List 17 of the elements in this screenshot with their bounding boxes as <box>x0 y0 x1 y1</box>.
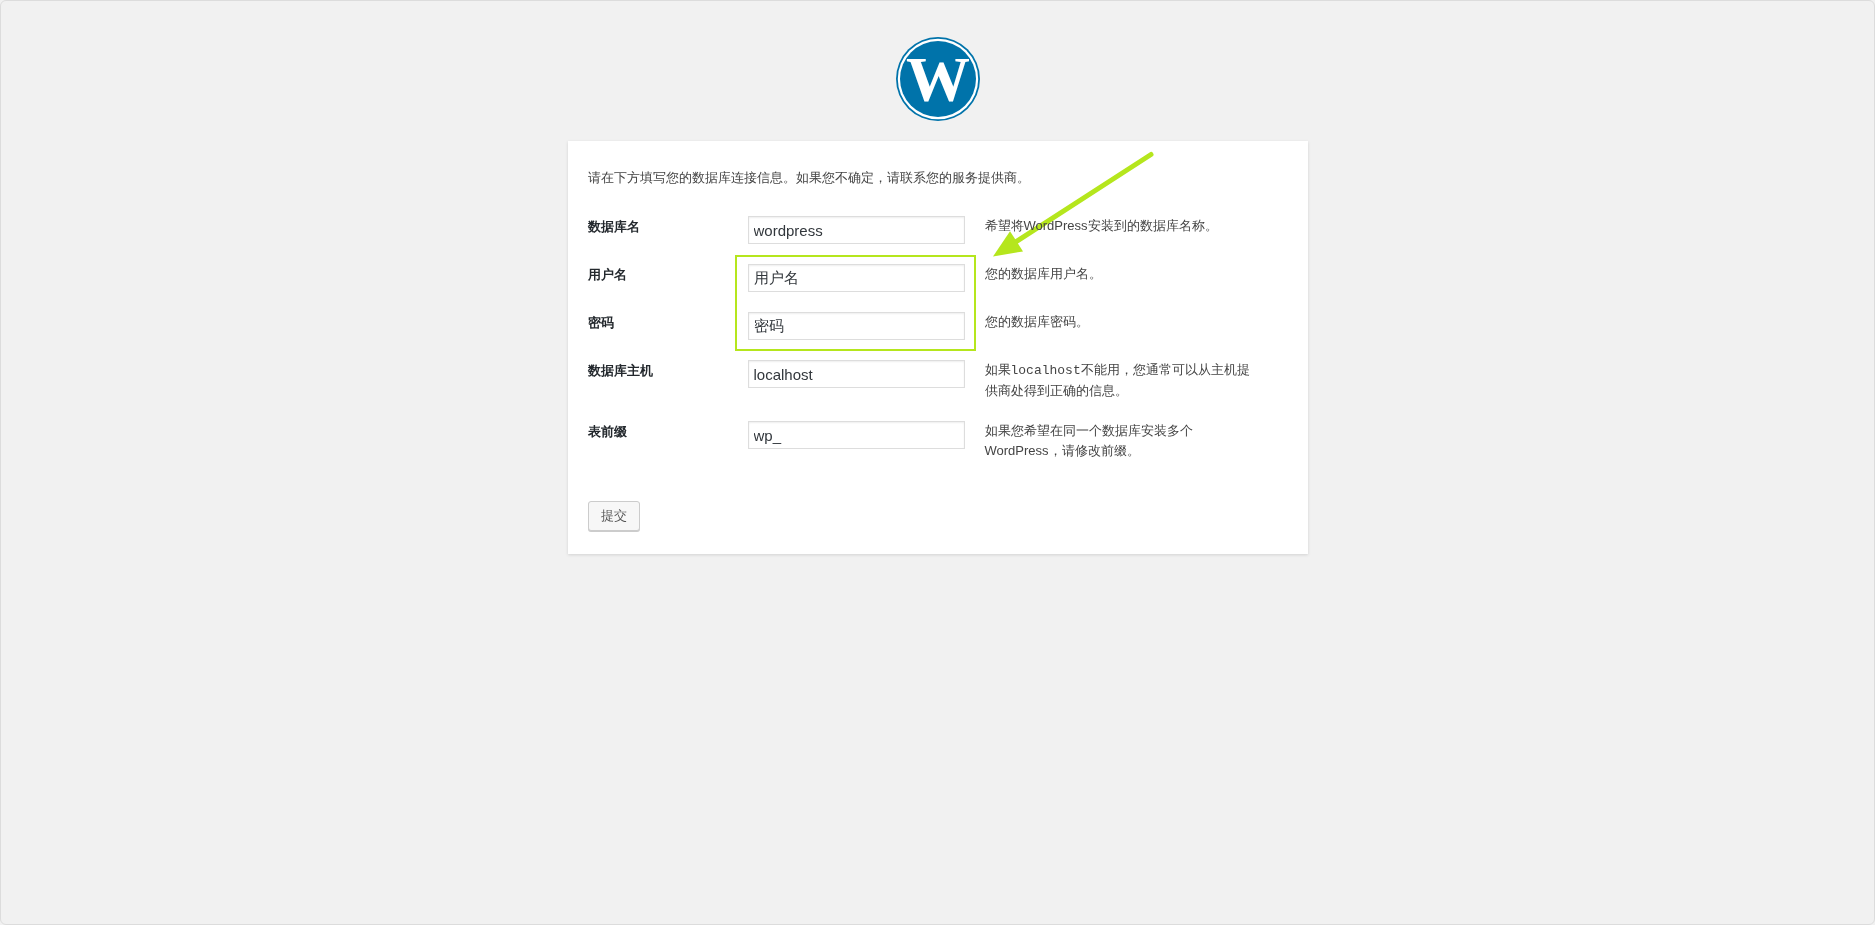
text-field[interactable]: 密码 <box>747 312 965 340</box>
field-label: 数据库名 <box>587 218 641 236</box>
field-label: 密码 <box>587 314 615 332</box>
field-description: 如果您希望在同一个数据库安装多个WordPress，请修改前缀。 <box>984 422 1194 460</box>
field-description: 如果localhost不能用，您通常可以从主机提供商处得到正确的信息。 <box>984 361 1251 400</box>
field-label: 数据库主机 <box>587 362 654 380</box>
intro-text: 请在下方填写您的数据库连接信息。如果您不确定，请联系您的服务提供商。 <box>587 169 1031 187</box>
field-label: 用户名 <box>587 266 628 284</box>
text-field[interactable]: localhost <box>747 360 965 388</box>
field-label: 表前缀 <box>587 423 628 441</box>
submit-button[interactable]: 提交 <box>587 501 640 531</box>
text-field[interactable]: 用户名 <box>747 264 965 292</box>
text-field[interactable]: wp_ <box>747 421 965 449</box>
field-description: 您的数据库用户名。 <box>984 265 1103 283</box>
site-logo: W <box>895 37 980 121</box>
field-description: 您的数据库密码。 <box>984 313 1090 331</box>
text-field[interactable]: wordpress <box>747 216 965 244</box>
